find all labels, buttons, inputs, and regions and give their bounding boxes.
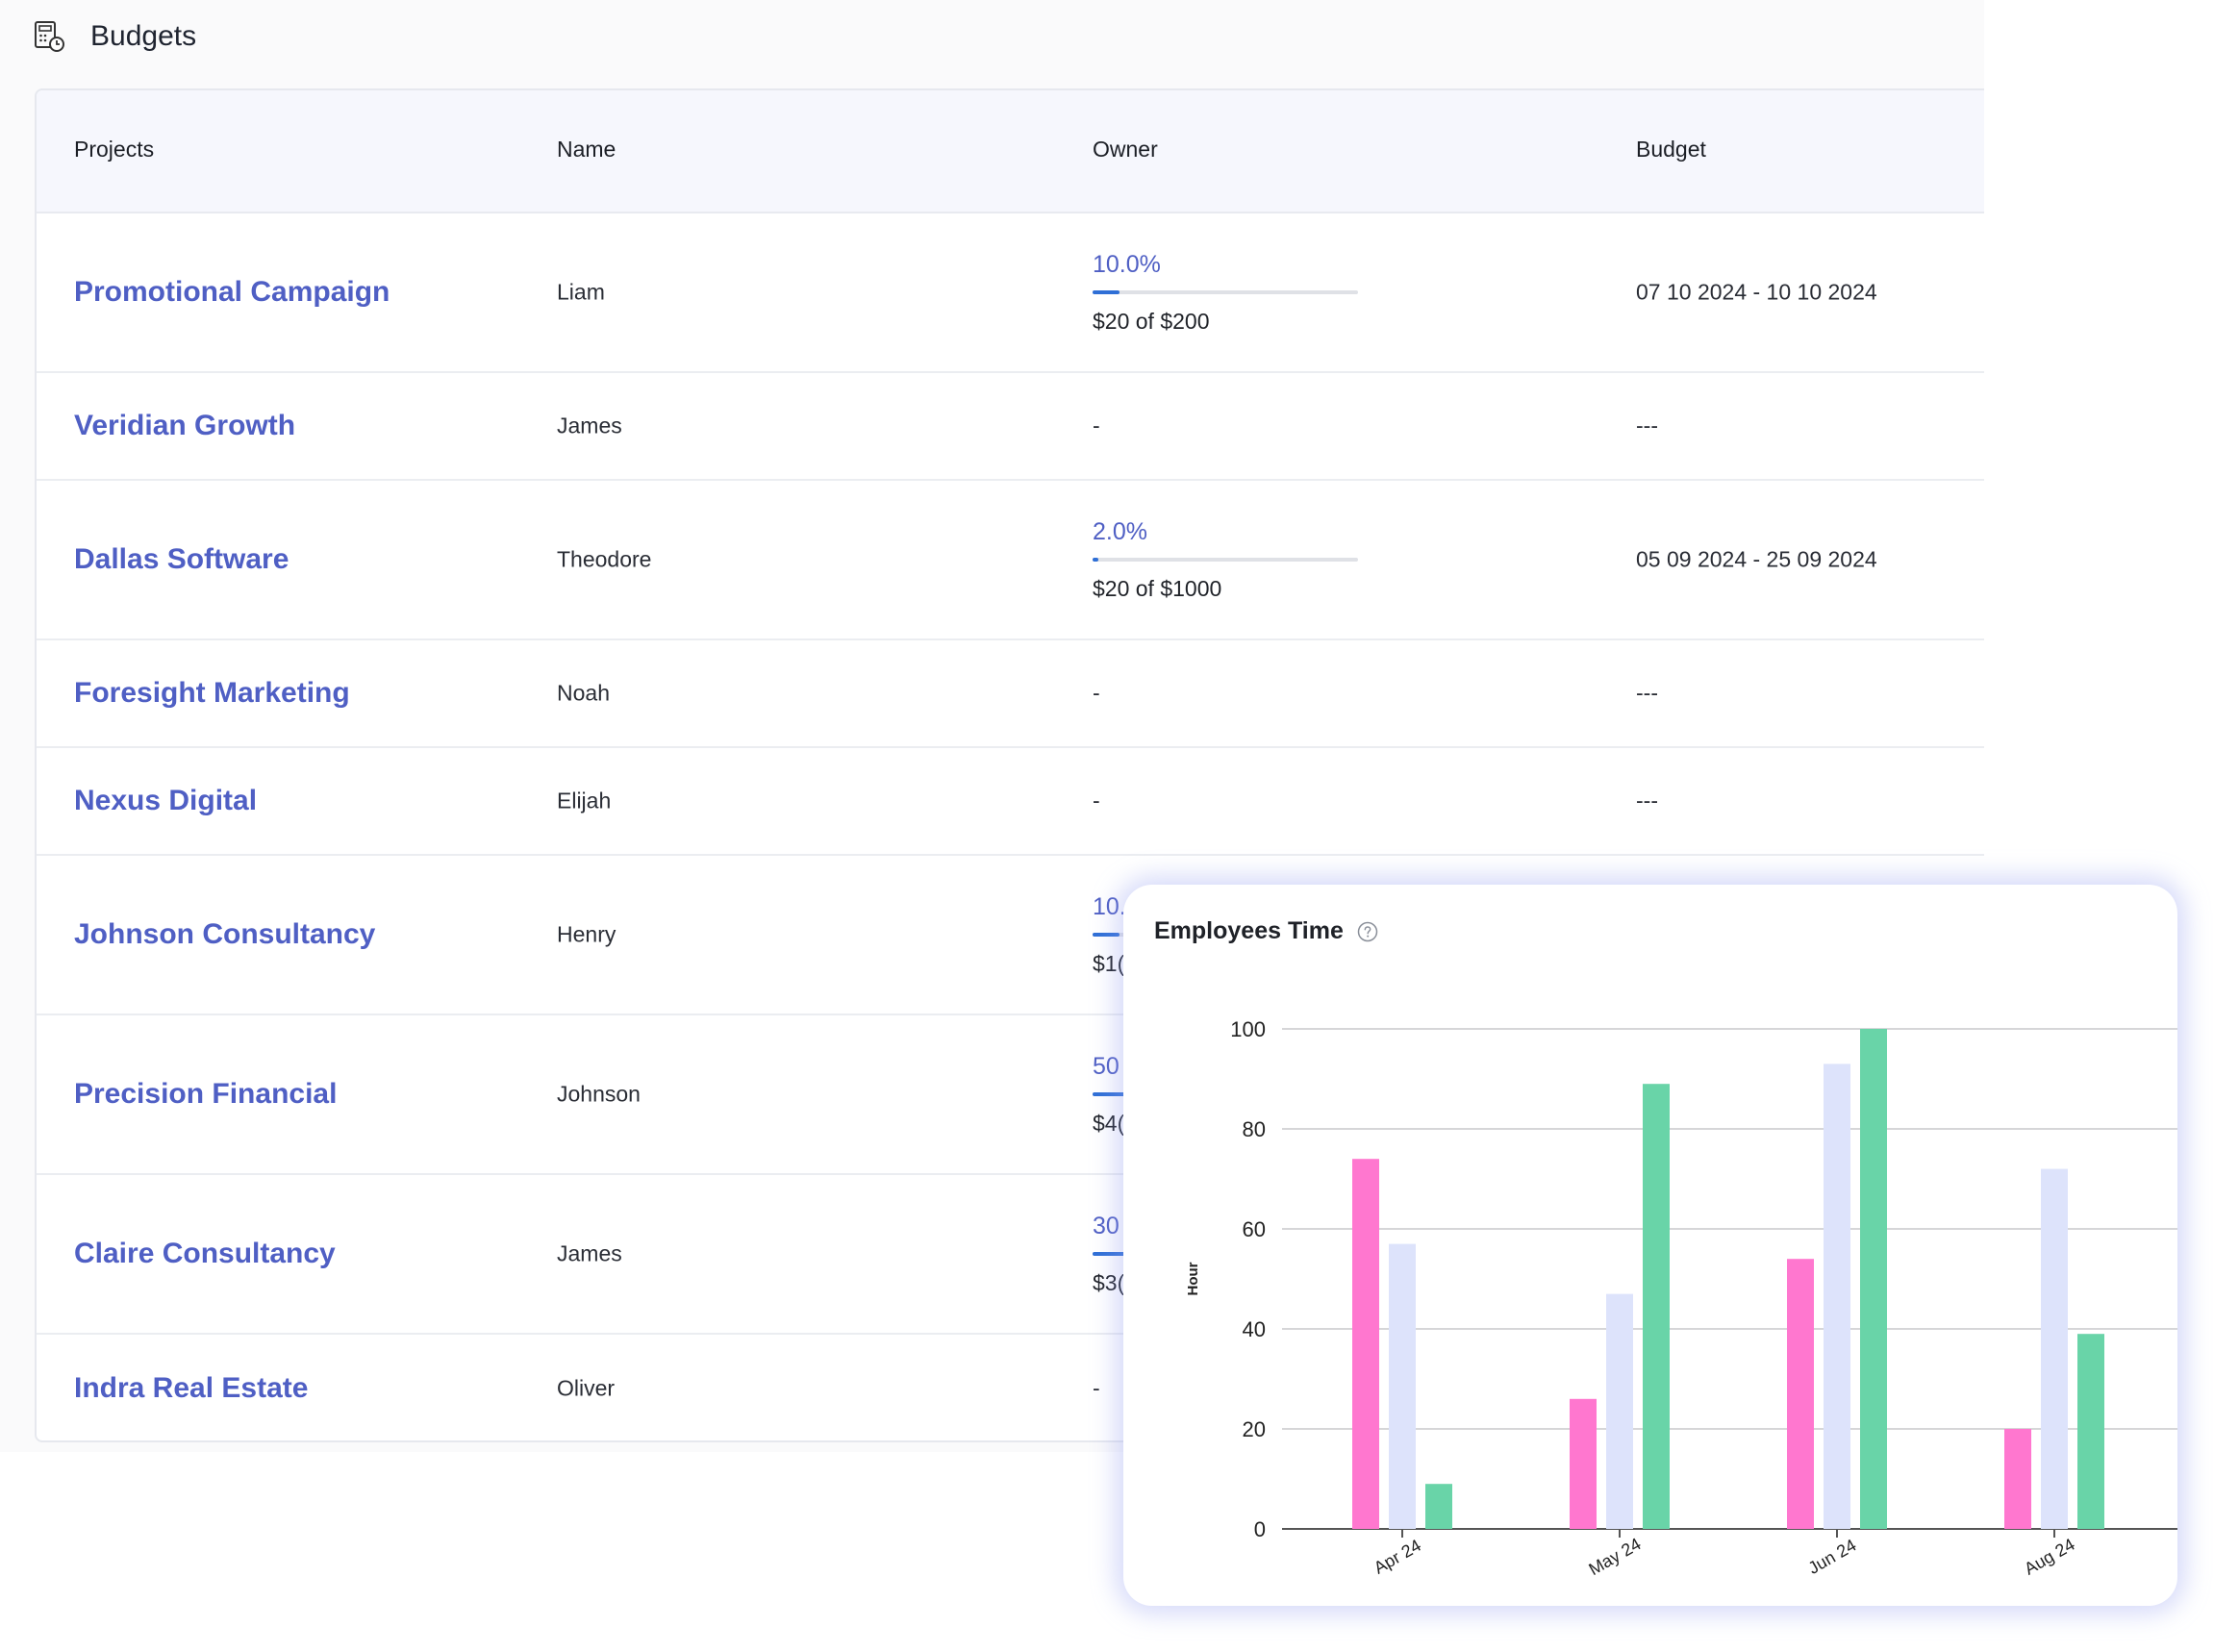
- column-header-owner[interactable]: Owner: [1093, 137, 1158, 163]
- bar: [2077, 1334, 2104, 1529]
- owner-empty: -: [1093, 788, 1100, 813]
- table-header: Projects Name Owner Budget: [37, 90, 1984, 213]
- budget-amount: $20 of $200: [1093, 309, 1210, 334]
- progress-track: [1093, 558, 1358, 562]
- bar: [1787, 1259, 1814, 1529]
- bar: [1860, 1029, 1887, 1529]
- bar: [1606, 1293, 1633, 1529]
- bar-chart: 0 20 40 60 80 100 Hour Apr 24 May 24 Jun 24 Aug 24: [1185, 1017, 2177, 1579]
- project-link[interactable]: Precision Financial: [74, 1078, 337, 1111]
- x-tick-label: Aug 24: [2021, 1535, 2077, 1579]
- project-link[interactable]: Indra Real Estate: [74, 1372, 308, 1405]
- project-link[interactable]: Johnson Consultancy: [74, 918, 375, 951]
- project-name-cell: Noah: [557, 680, 610, 706]
- column-header-name[interactable]: Name: [557, 137, 616, 163]
- budget-progress: 10.0% $20 of $200: [1093, 250, 1371, 335]
- budget-dates: ---: [1636, 413, 1658, 438]
- progress-fill: [1093, 933, 1120, 937]
- project-link[interactable]: Foresight Marketing: [74, 677, 350, 710]
- project-name-cell: Johnson: [557, 1081, 641, 1107]
- page-header: Budgets: [33, 17, 196, 56]
- y-tick-label: 60: [1243, 1217, 1266, 1241]
- project-name-cell: James: [557, 413, 622, 438]
- column-header-projects[interactable]: Projects: [74, 137, 154, 163]
- table-row[interactable]: Dallas Software Theodore 2.0% $20 of $10…: [37, 481, 1984, 640]
- project-name-cell: Elijah: [557, 788, 612, 813]
- bar: [2041, 1168, 2068, 1529]
- employees-time-chart-card: Employees Time 0 20 40 60 80 100 Hour Apr 24 May…: [1123, 885, 2177, 1606]
- table-row[interactable]: Nexus Digital Elijah - ---: [37, 748, 1984, 856]
- project-name-cell: James: [557, 1240, 622, 1266]
- y-tick-label: 20: [1243, 1417, 1266, 1441]
- budget-calculator-icon: [35, 21, 64, 52]
- budget-dates: 07 10 2024 - 10 10 2024: [1636, 279, 1877, 305]
- budget-amount: $20 of $1000: [1093, 576, 1222, 601]
- budget-dates: ---: [1636, 788, 1658, 813]
- bar: [1425, 1484, 1452, 1529]
- project-link[interactable]: Claire Consultancy: [74, 1238, 336, 1270]
- budget-percent: 10.0%: [1093, 251, 1161, 278]
- y-tick-label: 100: [1230, 1017, 1266, 1041]
- table-row[interactable]: Foresight Marketing Noah - ---: [37, 640, 1984, 748]
- x-tick-label: Jun 24: [1805, 1536, 1860, 1578]
- y-axis-label: Hour: [1185, 1262, 1201, 1295]
- owner-empty: -: [1093, 680, 1100, 706]
- y-tick-label: 0: [1254, 1517, 1266, 1541]
- budget-progress: 2.0% $20 of $1000: [1093, 517, 1371, 602]
- bar: [1352, 1159, 1379, 1529]
- bar: [2004, 1429, 2031, 1529]
- project-name-cell: Theodore: [557, 546, 652, 572]
- project-name-cell: Liam: [557, 279, 605, 305]
- budget-dates: 05 09 2024 - 25 09 2024: [1636, 546, 1877, 572]
- bar: [1570, 1398, 1597, 1529]
- y-tick-label: 80: [1243, 1117, 1266, 1141]
- owner-empty: -: [1093, 413, 1100, 438]
- budget-dates: ---: [1636, 680, 1658, 706]
- project-name-cell: Henry: [557, 921, 616, 947]
- page-title: Budgets: [90, 20, 197, 52]
- project-name-cell: Oliver: [557, 1375, 616, 1401]
- bar: [1824, 1064, 1850, 1529]
- y-tick-label: 40: [1243, 1317, 1266, 1341]
- table-row[interactable]: Promotional Campaign Liam 10.0% $20 of $…: [37, 213, 1984, 373]
- project-link[interactable]: Promotional Campaign: [74, 276, 390, 309]
- bar: [1389, 1243, 1416, 1529]
- progress-fill: [1093, 290, 1120, 294]
- budget-percent: 2.0%: [1093, 518, 1147, 545]
- table-row[interactable]: Veridian Growth James - ---: [37, 373, 1984, 481]
- owner-empty: -: [1093, 1375, 1100, 1401]
- progress-track: [1093, 290, 1358, 294]
- x-tick-label: May 24: [1585, 1534, 1644, 1579]
- bar: [1643, 1084, 1670, 1529]
- x-tick-label: Apr 24: [1371, 1536, 1424, 1578]
- project-link[interactable]: Veridian Growth: [74, 410, 295, 442]
- project-link[interactable]: Nexus Digital: [74, 785, 257, 817]
- column-header-budget[interactable]: Budget: [1636, 137, 1706, 163]
- progress-fill: [1093, 558, 1098, 562]
- project-link[interactable]: Dallas Software: [74, 543, 289, 576]
